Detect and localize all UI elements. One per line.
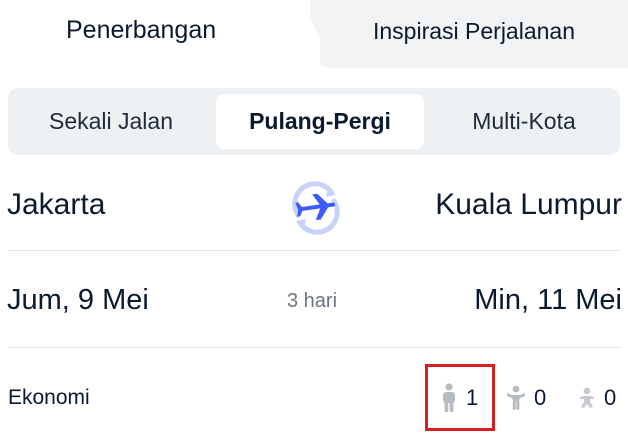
trip-type-selector: Sekali Jalan Pulang-Pergi Multi-Kota (8, 88, 620, 155)
trip-type-one-way[interactable]: Sekali Jalan (8, 94, 214, 149)
trip-type-multi-city[interactable]: Multi-Kota (428, 94, 620, 149)
departure-date[interactable]: Jum, 9 Mei (7, 284, 149, 317)
cabin-class[interactable]: Ekonomi (8, 386, 90, 410)
tab-inspirasi-perjalanan-label: Inspirasi Perjalanan (373, 18, 576, 44)
divider (8, 250, 620, 251)
trip-type-round-trip[interactable]: Pulang-Pergi (216, 94, 424, 149)
top-tabs: Inspirasi Perjalanan Penerbangan (0, 0, 628, 68)
return-date[interactable]: Min, 11 Mei (474, 284, 622, 317)
tab-penerbangan-label: Penerbangan (66, 16, 217, 44)
route-row: Jakarta Kuala Lumpur (0, 170, 628, 250)
trip-duration: 3 hari (287, 290, 338, 312)
tab-inspirasi-perjalanan[interactable]: Inspirasi Perjalanan (310, 0, 628, 68)
child-icon (507, 385, 525, 410)
infant-icon (580, 387, 594, 408)
origin-city[interactable]: Jakarta (7, 188, 105, 222)
divider (8, 347, 620, 348)
tab-penerbangan[interactable]: Penerbangan (0, 0, 320, 68)
destination-city[interactable]: Kuala Lumpur (435, 188, 622, 222)
child-count-value: 0 (534, 385, 547, 410)
adult-count-highlight (425, 364, 495, 431)
passenger-row: Ekonomi 1 0 0 (0, 352, 628, 441)
plane-swap-icon[interactable] (284, 175, 348, 239)
infant-count-value: 0 (604, 385, 617, 410)
infant-count[interactable]: 0 (578, 380, 616, 416)
date-row: Jum, 9 Mei 3 hari Min, 11 Mei (0, 262, 628, 342)
child-count[interactable]: 0 (506, 380, 546, 416)
